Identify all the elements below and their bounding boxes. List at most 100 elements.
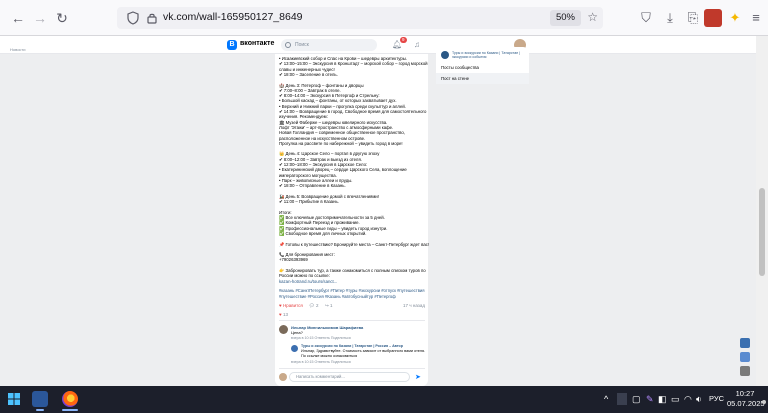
windows-start-icon[interactable] xyxy=(8,393,20,405)
wifi-icon[interactable]: ◠ xyxy=(684,393,692,405)
post-text-line: расположенное на искусственном острове. xyxy=(279,135,366,141)
post-text-line: 🚂 День 5: Возвращение домой с впечатлени… xyxy=(279,193,379,199)
scrollbar-thumb[interactable] xyxy=(759,188,765,276)
post-actions: ♥ Нравится 💬︎ 2 ↪ 1 17 ч назад xyxy=(279,302,425,312)
left-menu-item-news[interactable]: Новости xyxy=(10,47,25,52)
extension-badge-icon[interactable] xyxy=(704,9,722,27)
back-icon[interactable]: ← xyxy=(10,10,26,26)
vk-header: В вконтакте Поиск 🔔︎ 9 ♫ xyxy=(0,36,756,54)
tray-app-icon[interactable] xyxy=(617,393,627,405)
clock-time: 10:27 xyxy=(735,389,755,398)
notification-badge: 9 xyxy=(400,37,407,43)
post-text-line: 🏰 День 3: Петергоф – фонтаны и дворцы xyxy=(279,82,364,88)
like-label: Нравится xyxy=(282,303,303,308)
url-text: vk.com/wall-165950127_8649 xyxy=(163,11,303,23)
post-text-line: Итоги: xyxy=(279,209,292,215)
post-text-line: ✔ 13:00–15:00 – Экскурсия в Кронштадт – … xyxy=(279,61,428,67)
divider xyxy=(279,320,425,321)
post-text-line: Прогулка на рассвете по набережной – уви… xyxy=(279,140,403,146)
post-text-line: ✅ Комфортный Переезд и проживание. xyxy=(279,220,360,226)
avatar[interactable] xyxy=(291,345,298,352)
comment-meta[interactable]: вчера в 10:15 Ответить Поделиться xyxy=(291,336,351,341)
post-text-line: ✅ Профессиональные гиды – увидеть город … xyxy=(279,225,388,231)
sidebar-item-wall-post[interactable]: Пост на стене xyxy=(436,73,529,85)
extensions-icon[interactable]: ⎘ xyxy=(684,9,702,27)
divider xyxy=(279,368,425,369)
post-text-line: 📞 Для бронирования мест: xyxy=(279,252,335,258)
send-icon[interactable]: ➤ xyxy=(415,373,421,381)
extension-puzzle-icon[interactable]: ✦ xyxy=(726,9,744,27)
notification-dot-icon[interactable] xyxy=(762,400,766,404)
search-icon xyxy=(285,42,291,48)
post-text-line: 👑 День 4: Царское Село – портал в другую… xyxy=(279,151,380,157)
group-name: Туры и экскурсии по Казани | Татарстан |… xyxy=(452,51,521,60)
shield-icon[interactable] xyxy=(127,11,139,25)
clock[interactable]: 10:27 05.07.2025 xyxy=(727,389,765,409)
music-icon[interactable]: ♫ xyxy=(414,40,420,49)
post-text-line: ✔ 7:00–8:00 – Завтрак в отеле. xyxy=(279,87,341,93)
sidebar-app-icon[interactable] xyxy=(740,366,750,376)
tray-app-icon[interactable]: ▢ xyxy=(632,393,641,405)
comment-button[interactable]: 💬︎ 2 xyxy=(309,303,318,309)
post-text-line: • Парк – живописные аллеи и пруды. xyxy=(279,177,353,183)
post-text-line: ✔ 14:00 – Возвращение в город. Свободное… xyxy=(279,109,427,114)
post-text-line: • Верхний и Нижний парки – прогулка сред… xyxy=(279,103,406,109)
sidebar-item-community-posts[interactable]: Посты сообщества xyxy=(436,62,529,73)
bookmark-star-icon[interactable]: ☆ xyxy=(587,10,598,24)
sidebar-app-icon[interactable] xyxy=(740,352,750,362)
comment-meta[interactable]: вчера в 10:15 Ответить Поделиться xyxy=(291,360,351,365)
chevron-up-icon[interactable]: ^ xyxy=(604,393,608,405)
group-header[interactable]: Туры и экскурсии по Казани | Татарстан |… xyxy=(436,47,529,62)
vk-search-input[interactable]: Поиск xyxy=(281,39,377,51)
taskbar-app-icon[interactable] xyxy=(32,391,48,407)
download-icon[interactable]: ⤓ xyxy=(661,9,679,27)
post-text-line: 👉 Забронировать тур, а также ознакомитьс… xyxy=(279,268,426,273)
language-indicator[interactable]: РУС xyxy=(709,393,724,405)
like-button[interactable]: ♥ Нравится xyxy=(279,303,303,308)
reposts-count: 1 xyxy=(330,303,333,308)
post-hashtags[interactable]: #казань #СанктПетербург #Питер #туры #эк… xyxy=(279,288,427,299)
clock-date: 05.07.2025 xyxy=(727,399,765,408)
lock-icon[interactable] xyxy=(145,11,159,25)
post-text-line: Лофт 'Этажи' – арт-пространство с атмосф… xyxy=(279,124,394,130)
vk-logo-icon[interactable]: В xyxy=(227,40,237,50)
windows-taskbar: ^ ▢ ✎ ◧ ▭ ◠ 🔉︎ РУС 10:27 05.07.2025 xyxy=(0,386,768,413)
reload-icon[interactable]: ↻ xyxy=(54,10,70,26)
running-indicator xyxy=(62,409,78,411)
page-scrollbar[interactable] xyxy=(756,36,768,386)
zoom-level[interactable]: 50% xyxy=(549,10,581,26)
post-text-line: ✔ 8:00–14:00 – Экскурсия в Петергоф и Ст… xyxy=(279,93,380,99)
avatar[interactable] xyxy=(279,325,288,334)
post-text-line: ✔ 12:00–18:00 – Экскурсия в Царское Село… xyxy=(279,162,368,167)
post-text-line: ✅ Все ключевые достопримечательности за … xyxy=(279,215,385,220)
comments-count: 2 xyxy=(315,303,319,308)
menu-icon[interactable]: ≡ xyxy=(747,9,765,27)
post-time: 17 ч назад xyxy=(403,303,425,308)
post-text-line: • Большой каскад – фонтаны, от которых з… xyxy=(279,98,397,104)
post-text-line: ✔ 18:00 – Заселение в отель. xyxy=(279,71,338,77)
post-text-line: ✔ 8:00–12:00 – Завтрак и выезд из отеля. xyxy=(279,156,362,162)
tray-app-icon[interactable]: ◧ xyxy=(658,393,667,405)
post-text-line: 🏛 Музей Фаберже – шедевры ювелирного иск… xyxy=(279,119,388,125)
tray-app-icon[interactable]: ✎ xyxy=(646,393,654,405)
share-button[interactable]: ↪ 1 xyxy=(325,303,333,309)
likes-row[interactable]: ♥ 13 xyxy=(279,312,288,317)
comment-input[interactable]: Написать комментарий... xyxy=(289,372,410,382)
comment-text: По ссылке можно ознакомиться xyxy=(301,354,358,358)
address-bar[interactable]: vk.com/wall-165950127_8649 50% ☆ xyxy=(117,7,603,29)
battery-icon[interactable]: ▭ xyxy=(671,393,680,405)
group-sidebar: Туры и экскурсии по Казани | Татарстан |… xyxy=(436,47,529,85)
running-indicator xyxy=(36,409,44,411)
post-text-line: • Исаакиевский собор и Спас на Крови – ш… xyxy=(279,56,408,61)
post-text-line: Новая Голландия – современное общественн… xyxy=(279,130,405,136)
like-count: 13 xyxy=(282,312,288,317)
firefox-icon[interactable] xyxy=(62,391,78,407)
post-text-line[interactable]: kazan-hotrand.ru/tours/sanct... xyxy=(279,279,337,284)
forward-icon[interactable]: → xyxy=(32,10,48,26)
post-text-line: • Екатерининский дворец – сердце Царског… xyxy=(279,167,407,173)
volume-icon[interactable]: 🔉︎ xyxy=(696,393,702,405)
pocket-icon[interactable]: ⛉ xyxy=(637,9,655,27)
sidebar-app-icon[interactable] xyxy=(740,338,750,348)
avatar xyxy=(441,51,449,59)
vk-brand-name[interactable]: вконтакте xyxy=(240,40,274,47)
